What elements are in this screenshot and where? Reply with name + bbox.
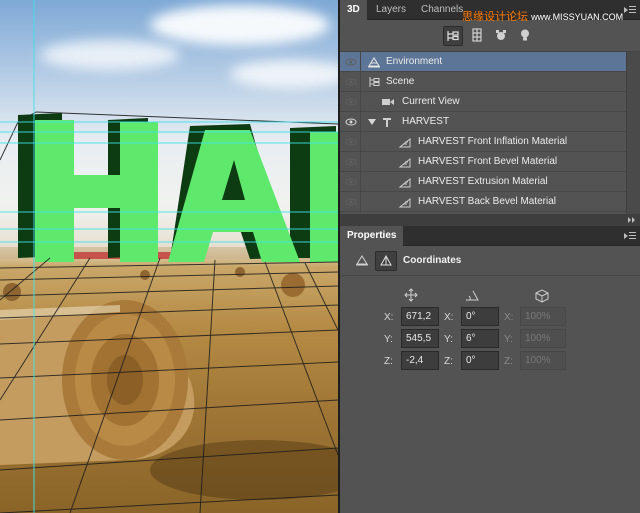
visibility-eye-icon[interactable] [345,117,357,127]
tree-label: HARVEST [402,116,450,127]
material-icon [398,157,411,168]
document-canvas[interactable] [0,0,338,513]
panel-menu-icon[interactable] [624,4,636,16]
tree-label: HARVEST Front Inflation Material [418,136,568,147]
visibility-eye-icon[interactable] [345,57,357,67]
tree-row-material[interactable]: HARVEST Back Bevel Material [340,192,626,212]
tab-properties[interactable]: Properties [340,226,404,246]
z-axis-label: Z: [504,356,513,367]
tree-row-material[interactable]: HARVEST Front Inflation Material [340,132,626,152]
environment-props-icon[interactable] [352,251,374,271]
visibility-eye-icon[interactable] [345,177,357,187]
x-axis-label: X: [384,312,394,323]
coordinates-props-icon[interactable] [375,251,397,271]
tree-row-environment[interactable]: Environment [340,52,626,72]
3d-scene-tree: Environment Scene Current View HARVEST H… [340,52,640,214]
camera-icon [382,99,394,105]
visibility-eye-icon[interactable] [345,197,357,207]
visibility-eye-icon[interactable] [345,97,357,107]
tree-row-material[interactable]: HARVEST Extrusion Material [340,172,626,192]
tab-layers[interactable]: Layers [369,0,413,20]
scale-z-field: 100% [520,351,566,370]
rotate-icon [466,290,479,301]
scene-icon [369,77,380,87]
environment-icon [368,57,380,68]
3d-filter-toolbar [340,20,640,52]
material-icon [398,137,411,148]
visibility-eye-icon[interactable] [345,157,357,167]
position-z-field[interactable]: -2,4 [401,351,439,370]
tree-label: HARVEST Extrusion Material [418,176,548,187]
properties-title: Coordinates [403,255,462,266]
x-axis-label: X: [504,312,514,323]
tree-label: Scene [386,76,415,87]
watermark-text: 思缘设计论坛 [462,11,528,23]
tree-label: Environment [386,56,443,67]
scene-filter-icon[interactable] [443,26,463,46]
visibility-eye-icon[interactable] [345,77,357,87]
panels-dock: 3D Layers Channels Environment Scene Cur… [340,0,640,513]
y-axis-label: Y: [384,334,393,345]
light-filter-icon[interactable] [516,26,536,46]
rotation-x-field[interactable]: 0° [461,307,499,326]
properties-panel: Properties Coordinates X: 671,2 X: 0° X:… [340,226,640,513]
position-y-field[interactable]: 545,5 [401,329,439,348]
collapse-arrows-icon[interactable] [627,216,637,224]
site-watermark: 思缘设计论坛 www.MISSYUAN.COM [462,8,623,24]
tree-row-current-view[interactable]: Current View [340,92,626,112]
rotation-y-field[interactable]: 6° [461,329,499,348]
mesh-filter-icon[interactable] [468,26,488,46]
tree-scrollbar[interactable] [626,52,640,214]
scale-x-field: 100% [520,307,566,326]
rotation-z-field[interactable]: 0° [461,351,499,370]
material-icon [398,197,411,208]
3d-scene-render [0,0,338,513]
scale-y-field: 100% [520,329,566,348]
visibility-eye-icon[interactable] [345,137,357,147]
x-axis-label: X: [444,312,454,323]
tree-label: HARVEST Front Bevel Material [418,156,558,167]
mesh-icon [383,118,391,127]
y-axis-label: Y: [444,334,453,345]
material-filter-icon[interactable] [492,26,512,46]
panel-collapse-bar[interactable] [340,214,640,226]
tree-row-material[interactable]: HARVEST Front Bevel Material [340,152,626,172]
z-axis-label: Z: [444,356,453,367]
tab-3d[interactable]: 3D [340,0,367,20]
properties-tabbar: Properties [340,226,640,246]
panel-menu-icon[interactable] [624,230,636,242]
tree-label: HARVEST Back Bevel Material [418,196,557,207]
y-axis-label: Y: [504,334,513,345]
material-icon [398,177,411,188]
hay-bale [0,300,195,465]
tree-label: Current View [402,96,460,107]
watermark-url: www.MISSYUAN.COM [531,12,624,22]
scale-icon [535,289,549,303]
position-x-field[interactable]: 671,2 [401,307,439,326]
tree-row-scene[interactable]: Scene [340,72,626,92]
expand-triangle-icon[interactable] [368,119,376,125]
tree-row-harvest[interactable]: HARVEST [340,112,626,132]
z-axis-label: Z: [384,356,393,367]
move-icon [404,288,418,302]
properties-toolbar [340,246,640,276]
